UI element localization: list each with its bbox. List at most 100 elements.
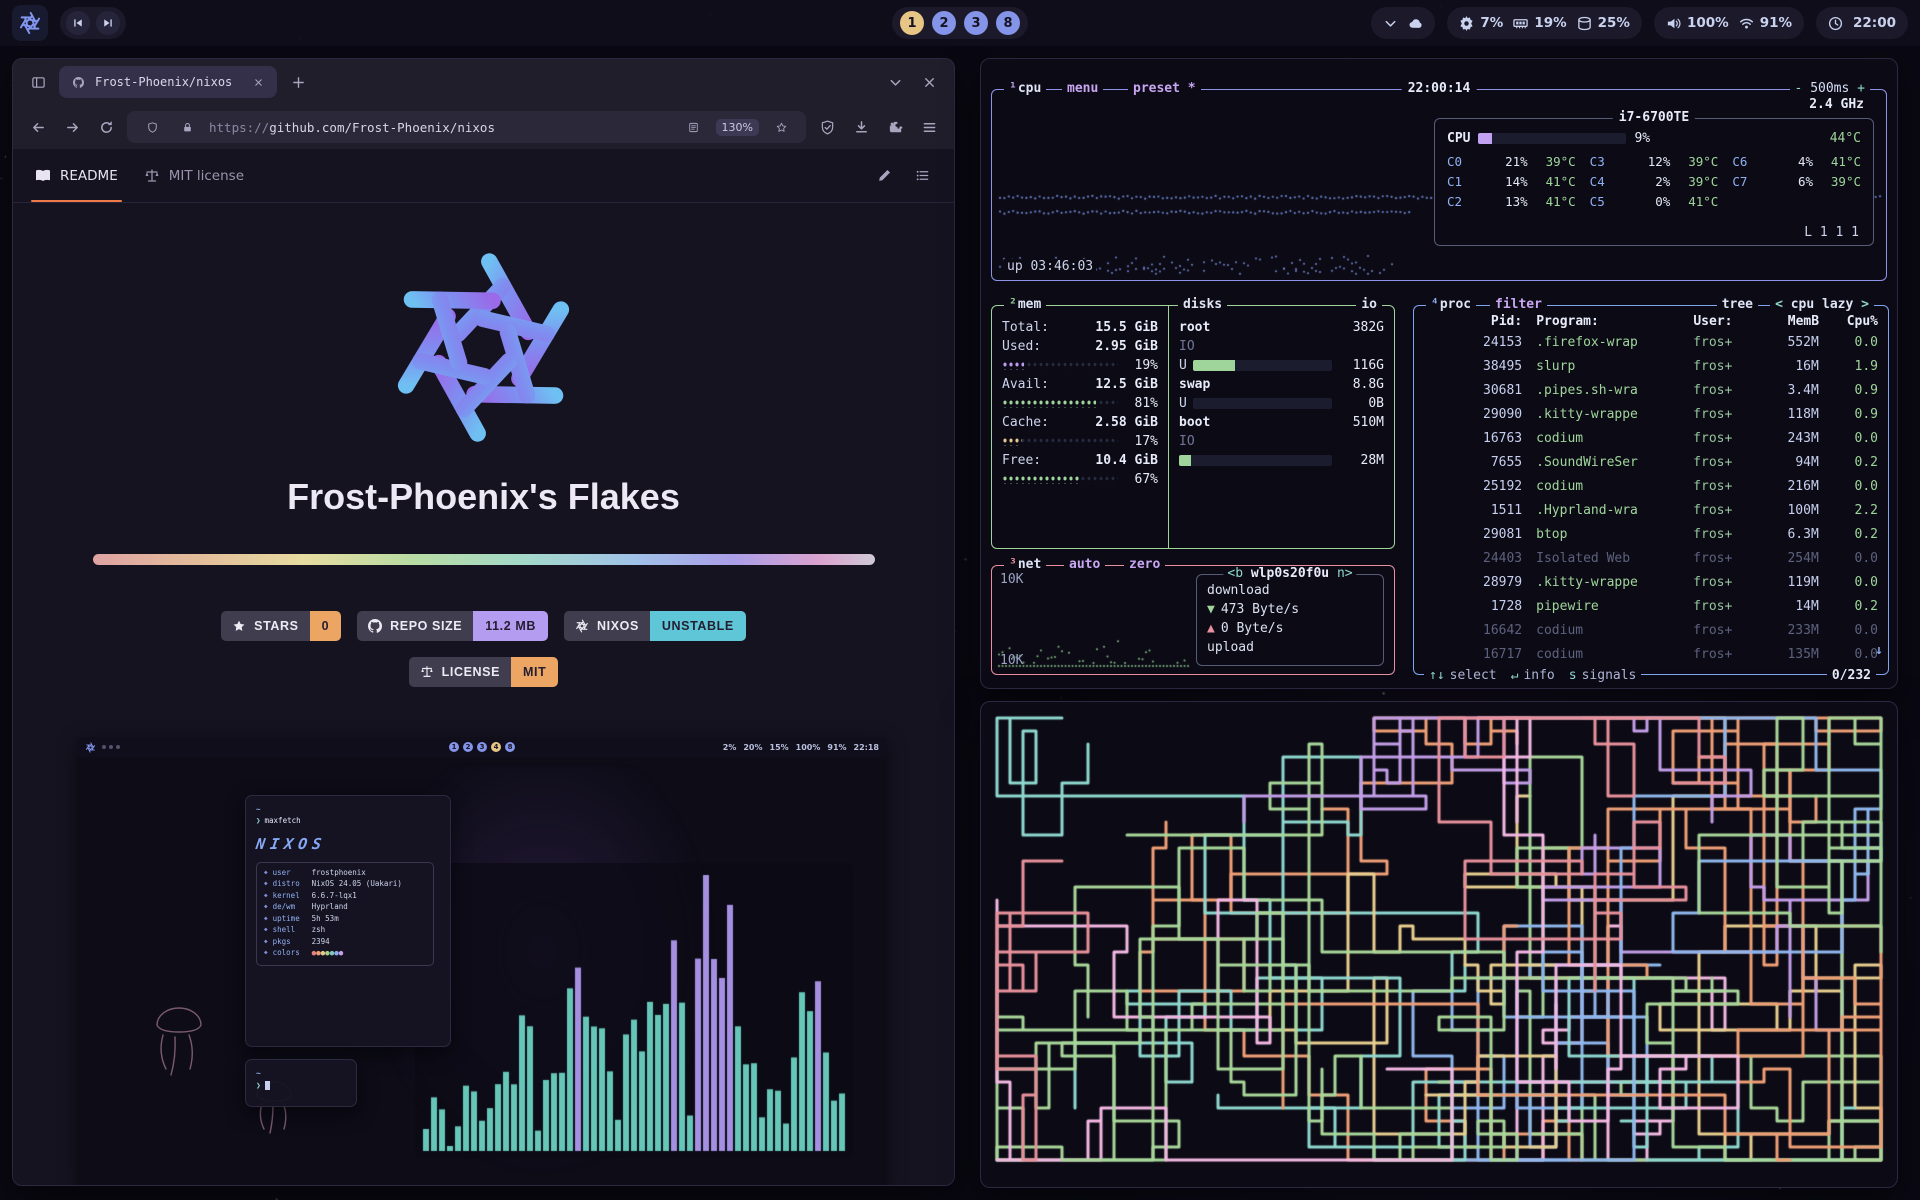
https-lock-icon[interactable] bbox=[174, 114, 200, 140]
disk-stat: 25% bbox=[1577, 15, 1630, 31]
process-row[interactable]: 29081btopfros+6.3M0.2 bbox=[1414, 522, 1888, 546]
status-bar-left bbox=[12, 5, 126, 41]
sort-selector[interactable]: < cpu lazy > bbox=[1770, 297, 1874, 312]
app-menu-icon[interactable] bbox=[916, 114, 942, 140]
star-icon bbox=[232, 619, 246, 633]
system-stats-widget[interactable]: 7% 19% 25% bbox=[1447, 7, 1642, 39]
menu-button[interactable]: menu bbox=[1062, 81, 1103, 96]
edit-icon[interactable] bbox=[874, 166, 894, 186]
btop-proc-box: ⁴proc filter tree < cpu lazy > Pid: Prog… bbox=[1413, 305, 1889, 675]
cpu-core-row: C76%39°C bbox=[1732, 172, 1861, 190]
process-row[interactable]: 7655.SoundWireSerfros+94M0.2 bbox=[1414, 450, 1888, 474]
process-table: 24153.firefox-wrapfros+552M0.038495slurp… bbox=[1414, 330, 1888, 666]
btop-net-box: ³net auto zero 10K 10K <b wlp0s20f0u n> … bbox=[991, 565, 1395, 675]
fetch-icon: ◆ bbox=[264, 926, 268, 935]
fastfetch-terminal: ~ ❯maxfetch NIXOS ◆userfrostphoenix◆dist… bbox=[245, 795, 451, 1047]
process-row[interactable]: 29090.kitty-wrappefros+118M0.9 bbox=[1414, 402, 1888, 426]
net-auto-button[interactable]: auto bbox=[1064, 557, 1105, 572]
btop-cpu-box: ¹cpu menu preset * 22:00:14 - 500ms + 2.… bbox=[991, 89, 1887, 281]
fetch-value: 2394 bbox=[312, 937, 330, 948]
workspace-button-2[interactable]: 2 bbox=[932, 11, 956, 35]
tab-close-icon[interactable] bbox=[249, 73, 267, 91]
workspace-button-3[interactable]: 3 bbox=[964, 11, 988, 35]
speaker-icon bbox=[1666, 16, 1681, 31]
fetch-value: zsh bbox=[312, 925, 326, 936]
mem-row: Used:2.95 GiB bbox=[1002, 337, 1158, 356]
outline-icon[interactable] bbox=[912, 166, 932, 186]
process-row[interactable]: 16763codiumfros+243M0.0 bbox=[1414, 426, 1888, 450]
tree-toggle[interactable]: tree bbox=[1717, 297, 1758, 312]
process-row[interactable]: 16642codiumfros+233M0.0 bbox=[1414, 618, 1888, 642]
tab-mit-license[interactable]: MIT license bbox=[144, 149, 244, 202]
mem-meter: 67% bbox=[1002, 470, 1158, 489]
disk-usage-row: U116G bbox=[1179, 356, 1384, 375]
fetch-row: ◆userfrostphoenix bbox=[264, 868, 426, 880]
process-row[interactable]: 28979.kitty-wrappefros+119M0.0 bbox=[1414, 570, 1888, 594]
proc-box-title[interactable]: ⁴proc bbox=[1426, 297, 1476, 312]
badge-repo-size: REPO SIZE11.2 MB bbox=[357, 611, 548, 641]
new-tab-button[interactable] bbox=[285, 69, 311, 95]
cava-canvas bbox=[415, 863, 853, 1159]
mem-box-title[interactable]: ²mem bbox=[1004, 297, 1046, 312]
back-button[interactable] bbox=[25, 114, 51, 140]
weather-widget[interactable] bbox=[1371, 7, 1435, 39]
chevron-down-icon bbox=[1383, 16, 1398, 31]
audio-network-widget[interactable]: 100% 91% bbox=[1654, 7, 1804, 39]
process-row[interactable]: 1728pipewirefros+14M0.2 bbox=[1414, 594, 1888, 618]
media-controls bbox=[60, 7, 126, 39]
footer-select[interactable]: ↑↓select bbox=[1429, 668, 1497, 683]
badge-value: 0 bbox=[310, 611, 342, 641]
bookmark-star-icon[interactable] bbox=[768, 114, 794, 140]
filter-button[interactable]: filter bbox=[1490, 297, 1547, 312]
window-close-button[interactable] bbox=[916, 69, 942, 95]
mini-workspace-4: 4 bbox=[491, 742, 501, 752]
cpu-box-title[interactable]: ¹cpu bbox=[1004, 81, 1046, 96]
privacy-badge-icon[interactable] bbox=[814, 114, 840, 140]
process-row[interactable]: 16717codiumfros+135M0.0 bbox=[1414, 642, 1888, 666]
proc-footer: ↑↓select ↵info ssignals bbox=[1424, 668, 1641, 683]
mem-meter: 19% bbox=[1002, 356, 1158, 375]
cpu-core-row: C64%41°C bbox=[1732, 152, 1861, 170]
process-row[interactable]: 24153.firefox-wrapfros+552M0.0 bbox=[1414, 330, 1888, 354]
workspace-button-1[interactable]: 1 bbox=[900, 11, 924, 35]
footer-signals[interactable]: ssignals bbox=[1569, 668, 1637, 683]
preset-button[interactable]: preset * bbox=[1128, 81, 1201, 96]
reader-mode-icon[interactable] bbox=[681, 114, 707, 140]
mini-workspace-8: 8 bbox=[505, 742, 515, 752]
mini-clock: 22:18 bbox=[854, 743, 879, 752]
tracking-protection-icon[interactable] bbox=[139, 114, 165, 140]
downloads-icon[interactable] bbox=[848, 114, 874, 140]
clock-widget[interactable]: 22:00 bbox=[1816, 7, 1908, 39]
license-tab-label: MIT license bbox=[169, 168, 244, 184]
network-interface[interactable]: <b wlp0s20f0u n> bbox=[1223, 566, 1356, 581]
tab-readme[interactable]: README bbox=[35, 149, 118, 202]
zoom-level[interactable]: 130% bbox=[716, 119, 759, 136]
refresh-button[interactable] bbox=[93, 114, 119, 140]
process-row[interactable]: 1511.Hyprland-wrafros+100M2.2 bbox=[1414, 498, 1888, 522]
url-bar[interactable]: https://github.com/Frost-Phoenix/nixos 1… bbox=[127, 111, 806, 143]
process-row[interactable]: 24403Isolated Webfros+254M0.0 bbox=[1414, 546, 1888, 570]
nixos-logo bbox=[13, 245, 954, 454]
forward-button[interactable] bbox=[59, 114, 85, 140]
ram-usage: 19% bbox=[1534, 15, 1566, 31]
process-row[interactable]: 30681.pipes.sh-wrafros+3.4M0.9 bbox=[1414, 378, 1888, 402]
disk-stats: root382GIOU116Gswap8.8GU0Bboot510MIO28M bbox=[1168, 306, 1394, 548]
sidebar-toggle-icon[interactable] bbox=[25, 69, 51, 95]
upload-label-row: upload bbox=[1207, 638, 1373, 657]
scroll-down-arrow[interactable]: ↓ bbox=[1875, 643, 1883, 658]
tab-list-button[interactable] bbox=[882, 69, 908, 95]
terminal-cwd: ~ bbox=[256, 1069, 261, 1078]
net-stats-panel: <b wlp0s20f0u n> download ▼473 Byte/s ▲0… bbox=[1196, 574, 1384, 666]
extensions-icon[interactable] bbox=[882, 114, 908, 140]
nixos-launcher-button[interactable] bbox=[12, 5, 48, 41]
media-next-button[interactable] bbox=[96, 11, 120, 35]
footer-info[interactable]: ↵info bbox=[1511, 668, 1555, 683]
browser-tab[interactable]: Frost-Phoenix/nixos bbox=[59, 66, 277, 98]
process-row[interactable]: 38495slurpfros+16M1.9 bbox=[1414, 354, 1888, 378]
net-zero-button[interactable]: zero bbox=[1124, 557, 1165, 572]
net-box-title[interactable]: ³net bbox=[1004, 557, 1046, 572]
workspace-button-8[interactable]: 8 bbox=[996, 11, 1020, 35]
process-row[interactable]: 25192codiumfros+216M0.0 bbox=[1414, 474, 1888, 498]
update-interval[interactable]: - 500ms + bbox=[1790, 81, 1870, 96]
media-prev-button[interactable] bbox=[66, 11, 90, 35]
